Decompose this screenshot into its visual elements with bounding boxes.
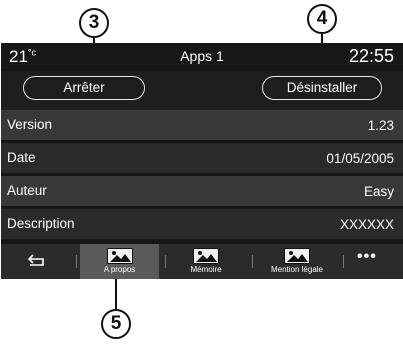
detail-label: Date xyxy=(7,150,36,165)
tab-label: Mention légale xyxy=(270,265,324,274)
tab-label: Mémoire xyxy=(190,265,222,274)
tab-separator xyxy=(76,255,77,268)
image-icon xyxy=(284,248,310,264)
stop-button[interactable]: Arrêter xyxy=(23,76,145,100)
detail-label: Description xyxy=(7,216,75,231)
callout-5-leader xyxy=(115,279,117,309)
back-icon[interactable] xyxy=(27,253,44,271)
detail-row-version: Version 1.23 xyxy=(1,110,403,140)
tab-bar: A propos Mémoire Mention légale ••• xyxy=(1,244,403,279)
app-details-screen: 21°c Apps 1 22:55 Arrêter Désinstaller V… xyxy=(1,43,403,279)
back-arrow-icon xyxy=(27,254,44,266)
more-options-icon[interactable]: ••• xyxy=(357,248,377,266)
detail-value: XXXXXX xyxy=(339,217,394,232)
image-icon xyxy=(193,248,219,264)
tab-separator xyxy=(165,255,166,268)
detail-row-author: Auteur Easy xyxy=(1,176,403,206)
callout-3: 3 xyxy=(79,8,109,38)
callout-4: 4 xyxy=(307,4,337,34)
detail-row-description: Description XXXXXX xyxy=(1,209,403,239)
detail-label: Auteur xyxy=(7,183,47,198)
detail-value: 1.23 xyxy=(367,118,394,133)
tab-memory[interactable]: Mémoire xyxy=(169,244,243,279)
status-bar: 21°c Apps 1 22:55 xyxy=(1,43,403,71)
detail-value: Easy xyxy=(363,184,394,199)
action-row: Arrêter Désinstaller xyxy=(1,71,403,110)
detail-label: Version xyxy=(7,117,53,132)
clock: 22:55 xyxy=(348,46,394,66)
callout-5: 5 xyxy=(101,309,131,339)
tab-about[interactable]: A propos xyxy=(80,244,159,279)
page-title: Apps 1 xyxy=(180,48,224,64)
uninstall-button[interactable]: Désinstaller xyxy=(262,76,382,100)
tab-separator xyxy=(252,255,253,268)
detail-row-date: Date 01/05/2005 xyxy=(1,143,403,173)
tab-legal-notice[interactable]: Mention légale xyxy=(256,244,338,279)
tab-label: A propos xyxy=(103,265,136,274)
tab-separator xyxy=(343,255,344,268)
detail-value: 01/05/2005 xyxy=(326,151,394,166)
image-icon xyxy=(106,248,133,264)
